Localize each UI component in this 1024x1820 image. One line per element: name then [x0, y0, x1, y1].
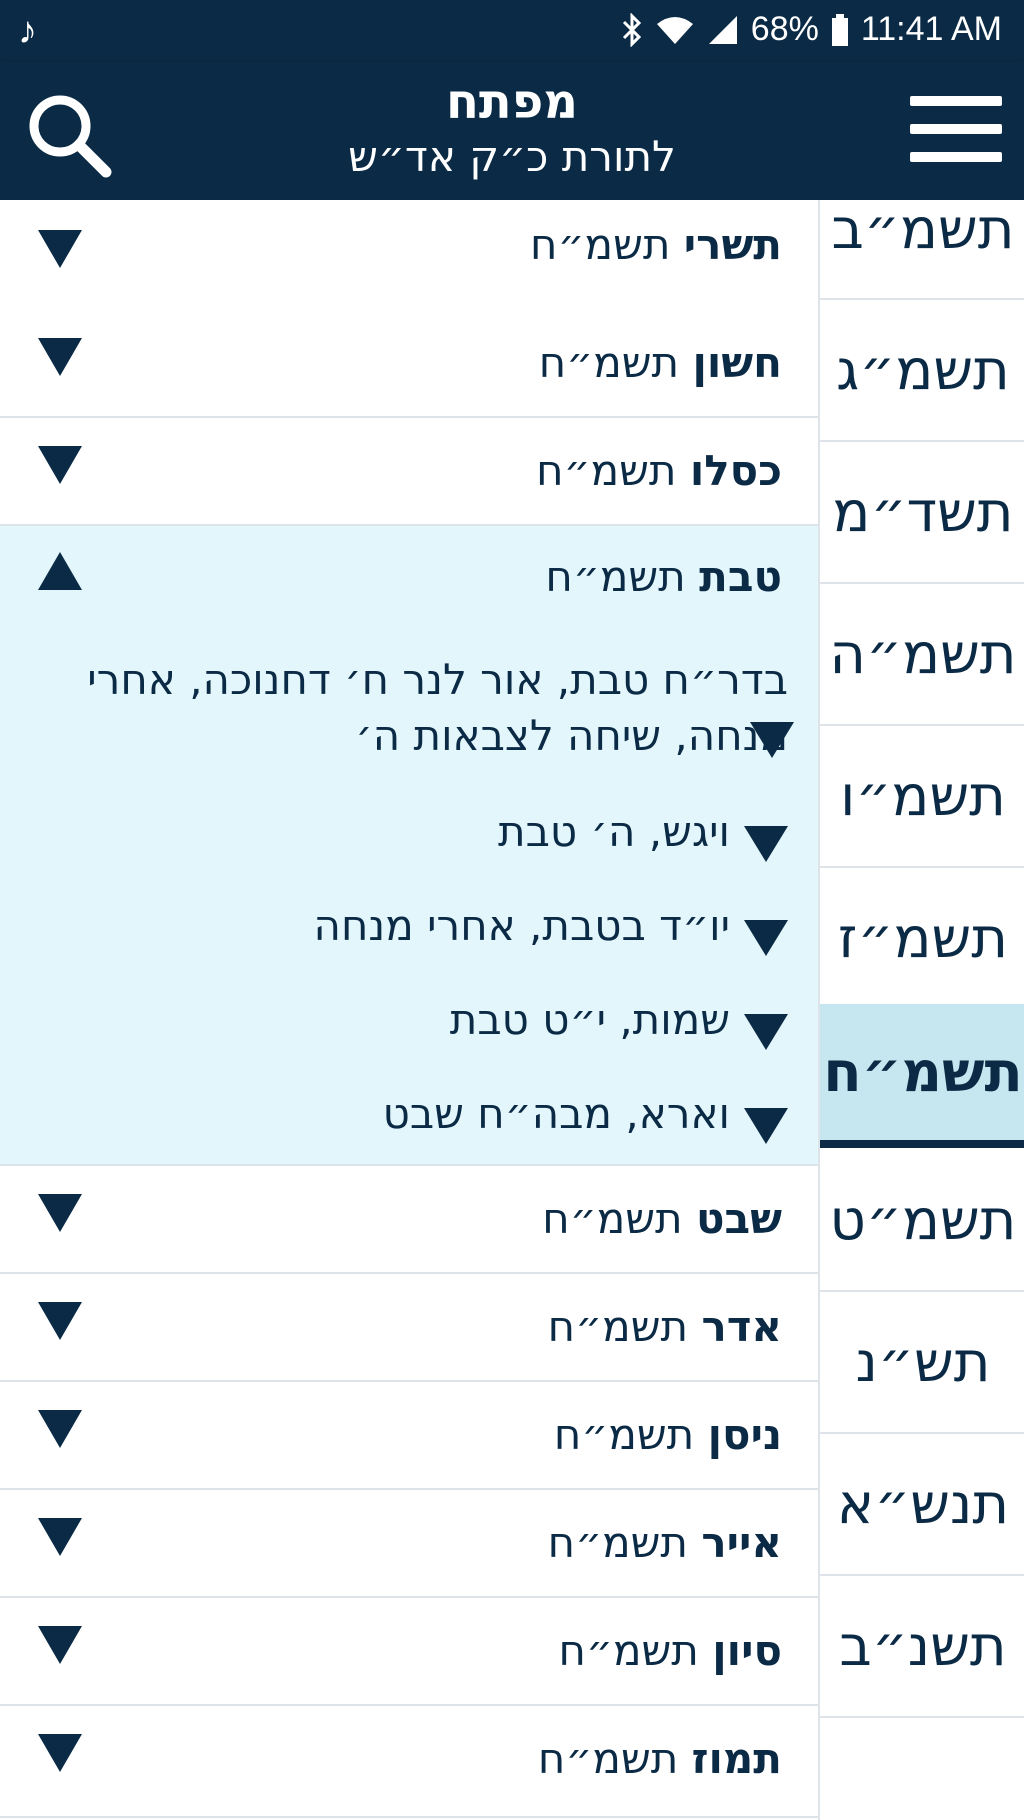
year-item[interactable]: תשמ״ה: [820, 584, 1024, 726]
event-expand-icon[interactable]: [750, 722, 794, 758]
month-name: אדר: [701, 1302, 782, 1351]
expand-arrow-icon[interactable]: [38, 1410, 82, 1450]
month-year: תשמ״ח: [536, 446, 677, 495]
event-expand-icon[interactable]: [744, 826, 788, 862]
expand-arrow-icon[interactable]: [38, 1626, 82, 1666]
month-list: תשרי תשמ״ח חשון תשמ״ח כסלו תשמ״ח טבת תשמ…: [0, 200, 818, 1820]
expand-arrow-icon[interactable]: [38, 1518, 82, 1558]
collapse-arrow-icon[interactable]: [38, 552, 82, 592]
expand-arrow-icon[interactable]: [38, 338, 82, 378]
event-item[interactable]: ויגש, ה׳ טבת: [28, 804, 788, 862]
year-item[interactable]: תשנ״ב: [820, 1576, 1024, 1718]
year-item[interactable]: תשמ״ג: [820, 300, 1024, 442]
event-item[interactable]: וארא, מבה״ח שבט: [28, 1086, 788, 1144]
event-expand-icon[interactable]: [744, 920, 788, 956]
event-item[interactable]: יו״ד בטבת, אחרי מנחה: [28, 898, 788, 956]
year-sidebar: תשמ״ב תשמ״ג תשד״מ תשמ״ה תשמ״ו תשמ״ז תשמ״…: [818, 197, 1024, 1820]
month-name: כסלו: [689, 446, 782, 495]
month-name: שבט: [696, 1194, 782, 1243]
month-year: תשמ״ח: [547, 1302, 689, 1351]
month-name: תמוז: [691, 1734, 782, 1783]
event-item[interactable]: שמות, י״ט טבת: [28, 992, 788, 1050]
clock: 11:41 AM: [860, 10, 1002, 48]
month-year: תשמ״ח: [558, 1626, 699, 1675]
hamburger-menu-icon[interactable]: [910, 96, 1002, 166]
signal-icon: [707, 14, 739, 46]
month-name: ניסן: [707, 1410, 782, 1459]
month-year: תשמ״ח: [553, 1410, 695, 1459]
event-item[interactable]: בדר״ח טבת, אור לנר ח׳ דחנוכה, אחרי מנחה,…: [28, 652, 788, 764]
month-year: תשמ״ח: [538, 338, 680, 387]
event-expand-icon[interactable]: [744, 1108, 788, 1144]
year-item[interactable]: תשמ״ו: [820, 726, 1024, 868]
month-name: תשרי: [683, 220, 782, 269]
month-year: תשמ״ח: [537, 1734, 679, 1783]
year-item-active[interactable]: תשמ״ח: [820, 1004, 1024, 1148]
year-item[interactable]: תש״נ: [820, 1292, 1024, 1434]
expand-arrow-icon[interactable]: [38, 230, 82, 270]
month-row-cheshvan[interactable]: חשון תשמ״ח: [0, 308, 818, 418]
bluetooth-icon: [621, 12, 643, 47]
year-item[interactable]: תשמ״ט: [820, 1150, 1024, 1292]
month-row-iyar[interactable]: אייר תשמ״ח: [0, 1490, 818, 1598]
page-title: מפתח: [445, 74, 579, 130]
status-bar: ♪ 68% 11:41 AM: [0, 0, 1024, 62]
month-row-sivan[interactable]: סיון תשמ״ח: [0, 1598, 818, 1706]
month-name: טבת: [699, 552, 782, 601]
status-icons: 68% 11:41 AM: [621, 10, 1002, 49]
event-expand-icon[interactable]: [744, 1014, 788, 1050]
month-year: תשמ״ח: [545, 552, 686, 601]
year-item[interactable]: תנש״א: [820, 1434, 1024, 1576]
month-year: תשמ״ח: [547, 1518, 689, 1567]
month-year: תשמ״ח: [530, 220, 671, 269]
month-name: חשון: [692, 338, 782, 387]
expand-arrow-icon[interactable]: [38, 1302, 82, 1342]
month-row-adar[interactable]: אדר תשמ״ח: [0, 1274, 818, 1382]
battery-percent: 68%: [750, 10, 819, 48]
expand-arrow-icon[interactable]: [38, 1734, 82, 1774]
month-row-shevat[interactable]: שבט תשמ״ח: [0, 1166, 818, 1274]
wifi-icon: [655, 14, 695, 46]
month-row-kislev[interactable]: כסלו תשמ״ח: [0, 418, 818, 526]
month-row-tammuz[interactable]: תמוז תשמ״ח: [0, 1706, 818, 1818]
month-row-tevet-expanded[interactable]: טבת תשמ״ח בדר״ח טבת, אור לנר ח׳ דחנוכה, …: [0, 526, 818, 1166]
year-item[interactable]: תשמ״ב: [820, 160, 1024, 300]
expand-arrow-icon[interactable]: [38, 1194, 82, 1234]
expand-arrow-icon[interactable]: [38, 446, 82, 486]
year-item[interactable]: תשד״מ: [820, 442, 1024, 584]
music-note-icon: ♪: [18, 10, 37, 52]
month-name: אייר: [701, 1518, 782, 1567]
battery-icon: [831, 13, 849, 46]
month-year: תשמ״ח: [542, 1194, 683, 1243]
year-item[interactable]: תשמ״ז: [820, 868, 1024, 1010]
month-name: סיון: [712, 1626, 782, 1675]
month-row-nisan[interactable]: ניסן תשמ״ח: [0, 1382, 818, 1490]
month-row-tishrei[interactable]: תשרי תשמ״ח: [0, 200, 818, 310]
